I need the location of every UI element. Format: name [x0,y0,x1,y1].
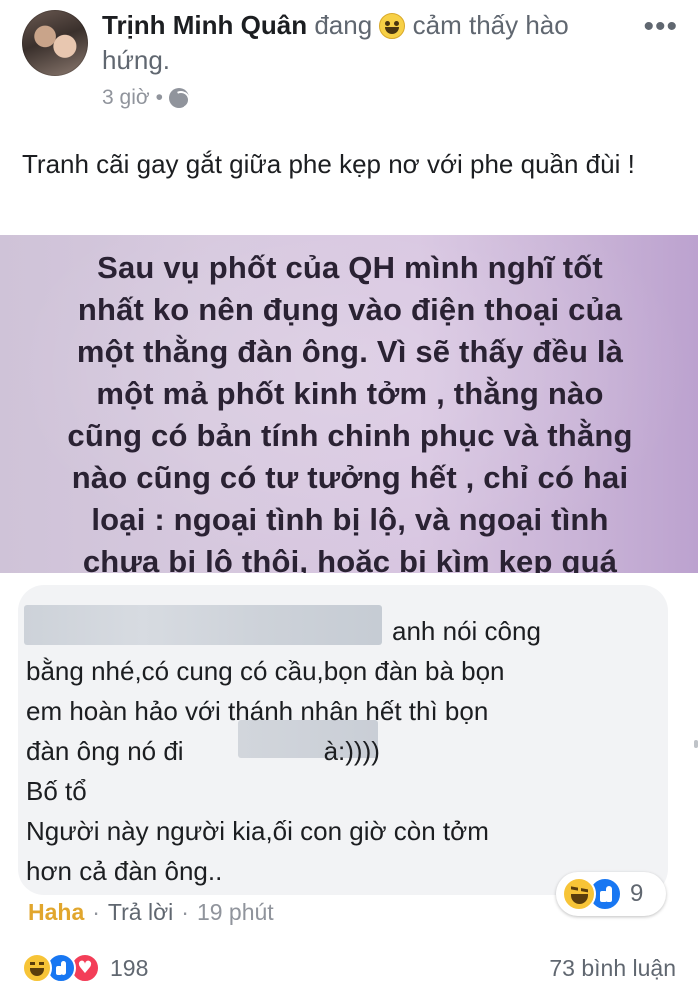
comment-line: em hoàn hảo với thánh nhân hết thì bọn [26,696,489,726]
separator: · [181,899,189,925]
comment-screenshot: anh nói công bằng nhé,có cung có cầu,bọn… [0,573,698,943]
image-text: Sau vụ phốt của QH mình nghĩ tốt nhất ko… [40,247,660,573]
post-meta: 3 giờ • [102,86,189,110]
post-header: Trịnh Minh Quân đang cảm thấy hào hứng. … [0,0,698,125]
image-text-line: chưa bị lộ thôi, hoặc bị kìm kẹp quá [82,544,618,573]
post-header-text: Trịnh Minh Quân đang cảm thấy hào hứng. [102,8,622,78]
comment-line: đàn ông nó đi à:)))) [26,731,646,771]
comment-line: hơn cả đàn ông.. [26,856,223,886]
image-text-line: Sau vụ phốt của QH mình nghĩ tốt [97,250,603,285]
author-avatar[interactable] [22,10,88,76]
image-text-line: một mả phốt kinh tởm , thằng nào [96,376,604,411]
post-time[interactable]: 3 giờ [102,86,150,110]
comment-line-start: đàn ông nó đi [26,736,184,766]
image-text-line: cũng có bản tính chinh phục và thằng [67,418,633,453]
post-reactions[interactable]: 198 [22,953,148,983]
meta-separator: • [155,86,163,109]
comment-line: Bố tổ [26,776,87,806]
comment-reactions[interactable]: 9 [556,872,666,916]
comment-line: Người này người kia,ối con giờ còn tởm [26,816,489,846]
scroll-indicator [694,740,698,748]
separator: · [92,899,100,925]
image-text-line: nhất ko nên đụng vào điện thoại của [77,292,623,327]
post-image[interactable]: Sau vụ phốt của QH mình nghĩ tốt nhất ko… [0,235,698,573]
comment-bubble: anh nói công bằng nhé,có cung có cầu,bọn… [18,585,668,895]
image-text-line: loại : ngoại tình bị lộ, và ngoại tình [91,502,609,537]
post-text: Tranh cãi gay gắt giữa phe kẹp nơ với ph… [22,149,635,179]
more-options-icon[interactable]: ••• [643,10,678,44]
comment-count[interactable]: 73 bình luận [549,955,676,982]
comment-line: bằng nhé,có cung có cầu,bọn đàn bà bọn [26,656,505,686]
excited-emoji-icon [379,13,406,39]
comment-text: anh nói công bằng nhé,có cung có cầu,bọn… [26,611,646,891]
comment-actions: Haha · Trả lời · 19 phút [28,899,274,926]
reply-button[interactable]: Trả lời [108,899,173,926]
author-name[interactable]: Trịnh Minh Quân [102,10,307,40]
globe-icon [169,88,189,108]
image-text-line: một thằng đàn ông. Vì sẽ thấy đều là [76,334,624,369]
reaction-count: 198 [110,954,149,981]
image-text-line: nào cũng có tư tưởng hết , chỉ có hai [71,460,629,495]
haha-reaction-icon [562,877,596,911]
comment-line: anh nói công [392,616,541,646]
feeling-prefix: đang [314,10,373,40]
haha-reaction-icon [22,953,52,983]
post-footer: 198 73 bình luận [0,943,698,1000]
haha-button[interactable]: Haha [28,899,84,926]
comment-time[interactable]: 19 phút [197,899,274,926]
comment-reaction-count: 9 [630,880,644,907]
comment-line-end: à:)))) [323,736,380,766]
